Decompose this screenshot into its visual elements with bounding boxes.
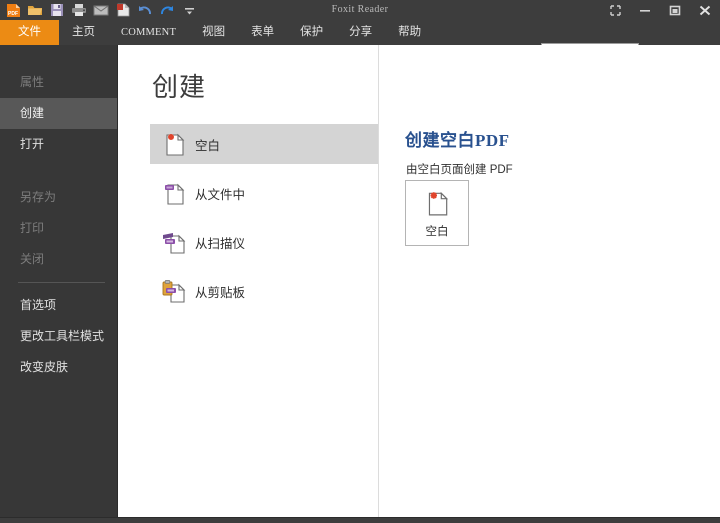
backstage-content: 创建 空白 从文件中 从扫描仪 从剪贴板 创建空白PDF 由空白页面创建 PDF… bbox=[119, 45, 720, 518]
tab-comment[interactable]: COMMENT bbox=[108, 20, 189, 45]
foxit-reader-window: PDF Foxit Reader 文件 主页 COMMENT 视图 表单 保护 … bbox=[0, 0, 720, 523]
tab-help[interactable]: 帮助 bbox=[385, 20, 434, 45]
page-title: 创建 bbox=[152, 73, 207, 102]
sidebar-group-spacer bbox=[0, 160, 117, 182]
tab-home[interactable]: 主页 bbox=[59, 20, 108, 45]
close-icon[interactable] bbox=[690, 0, 720, 20]
tab-file[interactable]: 文件 bbox=[0, 20, 59, 45]
backstage-sidebar: 属性 创建 打开 另存为 打印 关闭 首选项 更改工具栏模式 改变皮肤 bbox=[0, 45, 118, 518]
tab-protect[interactable]: 保护 bbox=[287, 20, 336, 45]
title-bar: PDF Foxit Reader bbox=[0, 0, 720, 20]
sidebar-top-spacer bbox=[0, 45, 117, 67]
tab-view[interactable]: 视图 bbox=[189, 20, 238, 45]
sidebar-item-open[interactable]: 打开 bbox=[0, 129, 117, 160]
detail-title: 创建空白PDF bbox=[405, 131, 510, 150]
sidebar-item-create[interactable]: 创建 bbox=[0, 98, 117, 129]
ribbon-tab-strip: 文件 主页 COMMENT 视图 表单 保护 分享 帮助 bbox=[0, 20, 720, 62]
create-option-blank[interactable]: 空白 bbox=[150, 124, 378, 164]
create-options-list: 空白 从文件中 从扫描仪 从剪贴板 bbox=[150, 124, 378, 320]
from-scanner-icon bbox=[162, 229, 186, 255]
sidebar-item-print[interactable]: 打印 bbox=[0, 213, 117, 244]
window-controls bbox=[600, 0, 720, 20]
thumbnail-label: 空白 bbox=[425, 226, 449, 238]
fullscreen-icon[interactable] bbox=[600, 0, 630, 20]
ribbon-tabs: 文件 主页 COMMENT 视图 表单 保护 分享 帮助 bbox=[0, 20, 434, 45]
blank-page-icon bbox=[162, 131, 186, 157]
minimize-icon[interactable] bbox=[630, 0, 660, 20]
sidebar-item-toolbar-mode[interactable]: 更改工具栏模式 bbox=[0, 321, 117, 352]
blank-page-thumbnail-icon bbox=[424, 189, 450, 217]
from-clipboard-icon bbox=[162, 278, 186, 304]
tab-form[interactable]: 表单 bbox=[238, 20, 287, 45]
sidebar-item-change-skin[interactable]: 改变皮肤 bbox=[0, 352, 117, 383]
sidebar-item-preferences[interactable]: 首选项 bbox=[0, 290, 117, 321]
detail-subtitle: 由空白页面创建 PDF bbox=[406, 164, 513, 176]
create-option-from-clipboard[interactable]: 从剪贴板 bbox=[150, 271, 378, 311]
sidebar-item-save-as[interactable]: 另存为 bbox=[0, 182, 117, 213]
create-option-label: 从剪贴板 bbox=[195, 285, 246, 300]
create-option-from-scanner[interactable]: 从扫描仪 bbox=[150, 222, 378, 262]
content-vertical-divider bbox=[378, 45, 379, 518]
tab-share[interactable]: 分享 bbox=[336, 20, 385, 45]
create-option-label: 空白 bbox=[195, 138, 221, 153]
create-option-from-file[interactable]: 从文件中 bbox=[150, 173, 378, 213]
window-bottom-edge bbox=[0, 518, 720, 523]
create-option-label: 从文件中 bbox=[195, 187, 246, 202]
blank-pdf-thumbnail-button[interactable]: 空白 bbox=[405, 180, 469, 246]
from-file-icon bbox=[162, 180, 186, 206]
maximize-icon[interactable] bbox=[660, 0, 690, 20]
sidebar-item-close[interactable]: 关闭 bbox=[0, 244, 117, 275]
sidebar-divider bbox=[18, 282, 105, 283]
sidebar-item-properties[interactable]: 属性 bbox=[0, 67, 117, 98]
create-option-label: 从扫描仪 bbox=[195, 236, 246, 251]
